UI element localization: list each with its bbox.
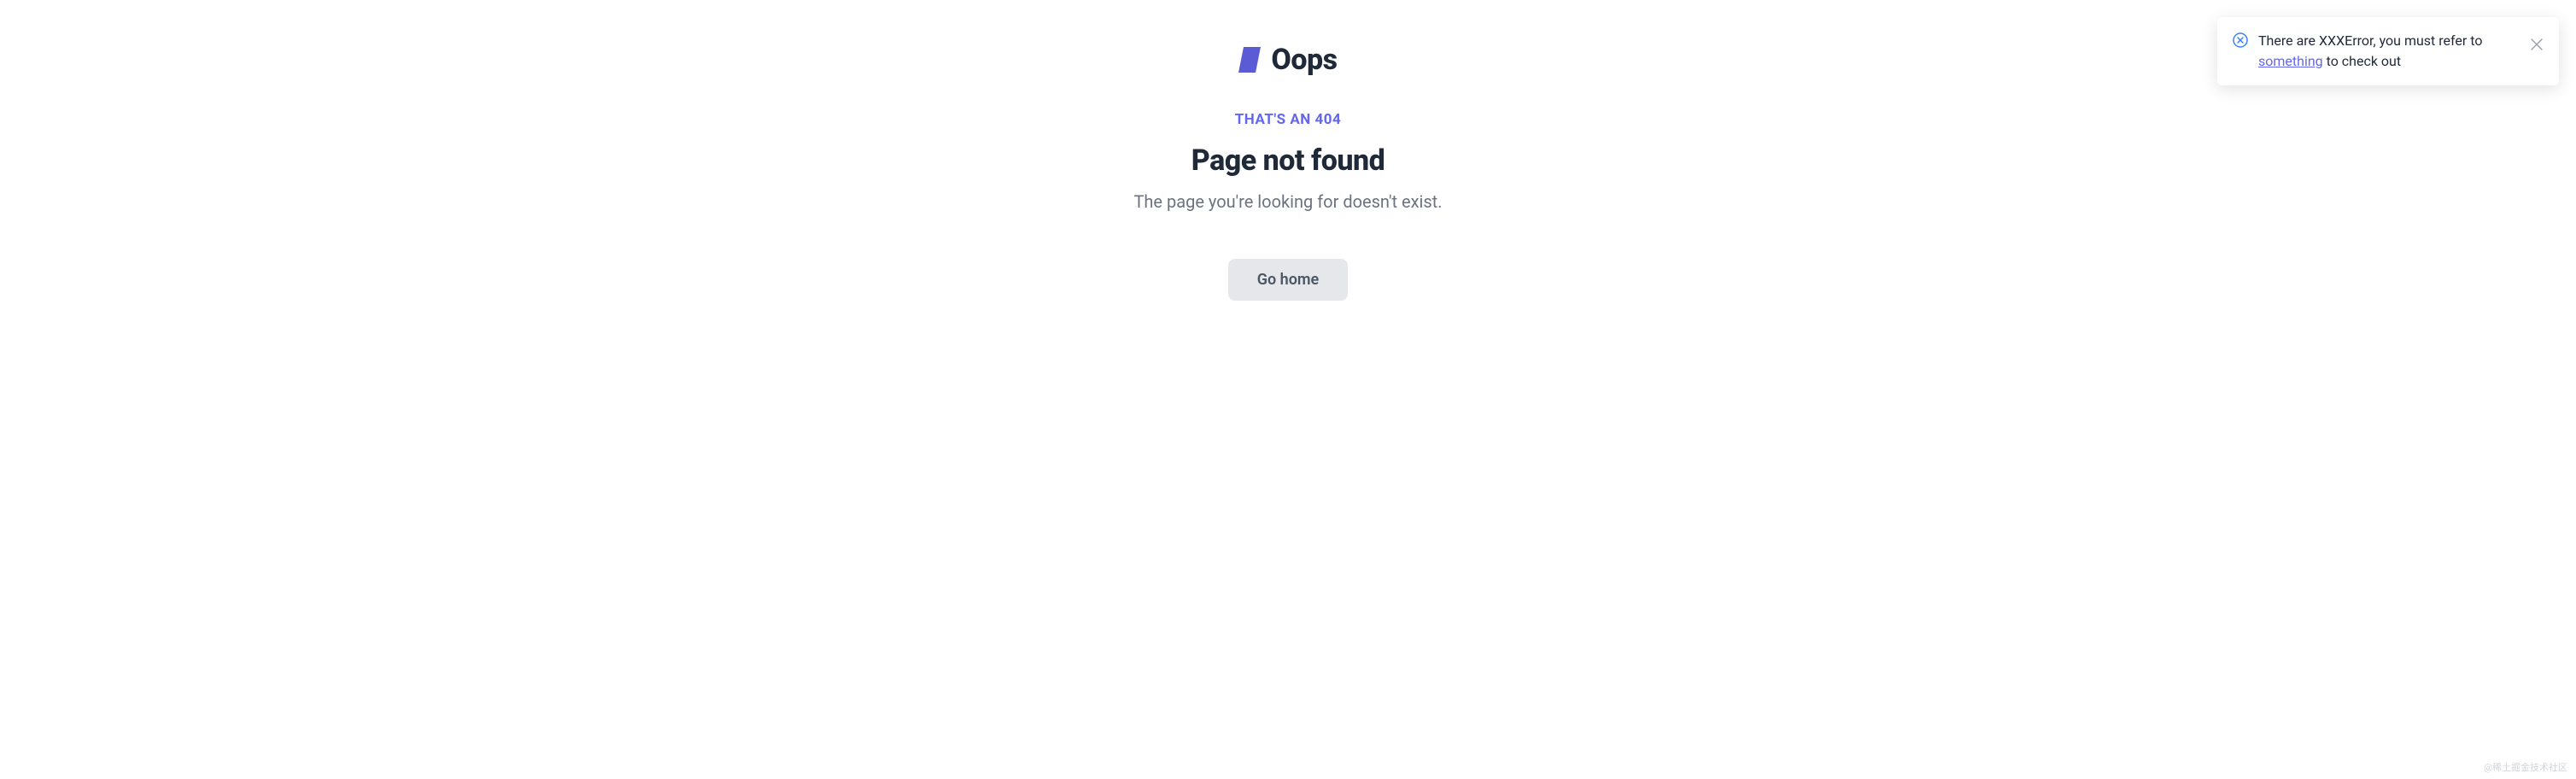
notification-message: There are XXXError, you must refer to so…	[2258, 31, 2520, 72]
error-code-subtitle: THAT'S AN 404	[1235, 111, 1341, 128]
error-page-container: Oops THAT'S AN 404 Page not found The pa…	[0, 0, 2576, 301]
notification-link[interactable]: something	[2258, 53, 2323, 69]
error-circle-icon	[2233, 32, 2248, 48]
close-icon	[2531, 38, 2543, 50]
notification-text-after: to check out	[2323, 53, 2401, 69]
go-home-button[interactable]: Go home	[1228, 259, 1348, 301]
error-notification: There are XXXError, you must refer to so…	[2217, 17, 2559, 85]
logo-icon	[1238, 47, 1261, 73]
notification-text-before: There are XXXError, you must refer to	[2258, 32, 2482, 49]
logo-title-group: Oops	[1238, 43, 1337, 77]
error-description: The page you're looking for doesn't exis…	[1133, 191, 1442, 212]
watermark-text: @稀土掘金技术社区	[2484, 760, 2567, 774]
close-notification-button[interactable]	[2530, 38, 2544, 51]
page-title: Oops	[1271, 43, 1337, 77]
error-heading: Page not found	[1191, 144, 1385, 178]
